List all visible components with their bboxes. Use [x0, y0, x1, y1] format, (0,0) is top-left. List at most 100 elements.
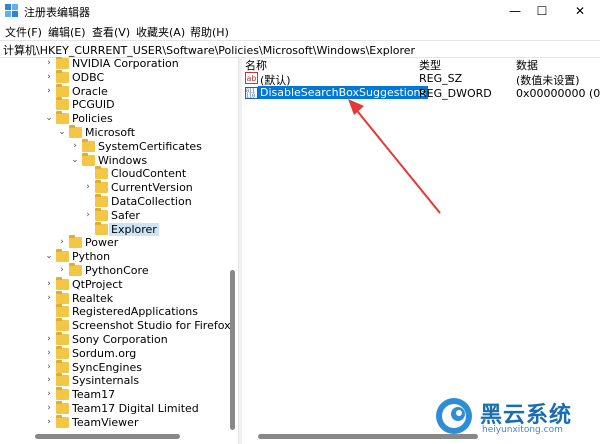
chevron-right-icon[interactable]: › — [44, 403, 54, 413]
cloud-logo-icon — [436, 398, 472, 434]
tree-item[interactable]: CloudContent — [0, 166, 238, 181]
tree-item[interactable]: › TeamViewer — [0, 414, 238, 430]
tree-item[interactable]: RegisteredApplications — [0, 304, 238, 319]
chevron-right-icon[interactable]: › — [44, 86, 54, 96]
tree-item[interactable]: › Power — [0, 235, 238, 250]
minimize-button[interactable]: — — [500, 0, 530, 22]
tree-item[interactable]: ⌄ Python — [0, 249, 238, 264]
watermark: 黑云系统 heiyunxitong.com — [430, 394, 600, 444]
tree-item[interactable]: › NVIDIA Corporation — [0, 57, 238, 71]
tree-item[interactable]: › Sysinternals — [0, 373, 238, 388]
chevron-right-icon[interactable]: › — [44, 348, 54, 358]
chevron-right-icon[interactable]: › — [83, 210, 93, 220]
folder-icon — [56, 57, 69, 69]
window-title: 注册表编辑器 — [24, 6, 90, 19]
tree-horizontal-scrollbar[interactable] — [0, 430, 238, 444]
tree-scroll-thumb[interactable] — [230, 270, 235, 430]
tree-item-label: PythonCore — [85, 264, 149, 277]
address-path[interactable]: 计算机\HKEY_CURRENT_USER\Software\Policies\… — [3, 42, 415, 58]
value-data: 0x00000000 (0) — [516, 87, 600, 100]
tree-hscroll-thumb[interactable] — [35, 434, 180, 439]
folder-icon — [56, 414, 69, 428]
tree-item-label: Windows — [98, 153, 148, 167]
tree-item[interactable]: ⌄ Microsoft — [0, 125, 238, 140]
menu-favorites[interactable]: 收藏夹(A) — [136, 24, 185, 40]
tree-item-label: NVIDIA Corporation — [72, 57, 179, 70]
chevron-right-icon[interactable]: › — [44, 389, 54, 399]
folder-icon — [69, 263, 82, 276]
tree-item-label: Microsoft — [85, 126, 136, 139]
column-header-name[interactable]: 名称 — [245, 57, 267, 72]
tree-item-label: DataCollection — [111, 195, 192, 208]
value-data: (数值未设置) — [516, 74, 580, 87]
title-bar: 注册表编辑器 — ☐ ✕ — [0, 0, 600, 22]
chevron-right-icon[interactable]: › — [44, 362, 54, 372]
tree-item[interactable]: › SystemCertificates — [0, 138, 238, 154]
column-header-type[interactable]: 类型 — [419, 57, 441, 72]
tree-item[interactable]: ⌄ Policies — [0, 111, 238, 126]
dword-value-icon: 011 110 — [245, 87, 258, 99]
tree-item-label: Python — [72, 250, 111, 264]
tree-item[interactable]: › Team17 Digital Limited — [0, 401, 238, 416]
menu-file[interactable]: 文件(F) — [5, 24, 42, 40]
chevron-right-icon[interactable]: › — [44, 58, 54, 68]
address-bar[interactable]: 计算机\HKEY_CURRENT_USER\Software\Policies\… — [0, 40, 600, 58]
chevron-right-icon[interactable]: › — [57, 265, 67, 275]
tree-item[interactable]: › SyncEngines — [0, 359, 238, 375]
chevron-down-icon[interactable]: ⌄ — [44, 113, 54, 123]
folder-icon — [56, 401, 69, 414]
tree-item-label: Team17 Digital Limited — [72, 402, 199, 415]
tree-item-label: CloudContent — [111, 167, 187, 181]
tree-item[interactable]: › PythonCore — [0, 263, 238, 278]
tree-item-label: Team17 — [72, 388, 116, 402]
tree-item[interactable]: Explorer — [0, 221, 238, 237]
chevron-right-icon[interactable]: › — [44, 375, 54, 385]
tree-item[interactable]: › Sordum.org — [0, 345, 238, 361]
tree-item-label: Power — [85, 236, 119, 250]
chevron-down-icon[interactable]: ⌄ — [44, 251, 54, 261]
chevron-right-icon[interactable]: › — [70, 141, 80, 151]
chevron-right-icon[interactable]: › — [57, 237, 67, 247]
menu-help[interactable]: 帮助(H) — [190, 24, 229, 40]
column-header-data[interactable]: 数据 — [516, 57, 538, 72]
tree-item[interactable]: › Safer — [0, 207, 238, 223]
menu-view[interactable]: 查看(V) — [92, 24, 130, 40]
folder-icon — [56, 318, 69, 332]
tree-item[interactable]: ⌄ Windows — [0, 152, 238, 168]
chevron-right-icon[interactable]: › — [83, 182, 93, 192]
chevron-down-icon[interactable]: ⌄ — [57, 127, 67, 137]
folder-icon — [56, 359, 69, 373]
tree-item[interactable]: DataCollection — [0, 194, 238, 209]
tree-item[interactable]: Screenshot Studio for Firefox — [0, 318, 238, 333]
tree-item[interactable]: › Team17 — [0, 387, 238, 402]
tree-item[interactable]: › ODBC — [0, 69, 238, 85]
value-type: REG_SZ — [419, 72, 463, 85]
key-tree[interactable]: › NVIDIA Corporation › ODBC › Oracle PCGUID ⌄ Po… — [0, 57, 238, 430]
no-chevron — [83, 196, 93, 206]
string-value-icon: ab — [245, 72, 258, 84]
chevron-right-icon[interactable]: › — [44, 72, 54, 82]
chevron-down-icon[interactable]: ⌄ — [70, 155, 80, 165]
chevron-right-icon[interactable]: › — [44, 417, 54, 427]
chevron-right-icon[interactable]: › — [44, 293, 54, 303]
svg-text:110: 110 — [246, 94, 255, 100]
tree-item-label: Oracle — [72, 84, 108, 98]
chevron-right-icon[interactable]: › — [44, 334, 54, 344]
chevron-right-icon[interactable]: › — [44, 279, 54, 289]
tree-item[interactable]: › CurrentVersion — [0, 180, 238, 195]
folder-icon — [95, 180, 108, 194]
tree-item[interactable]: › QtProject — [0, 276, 238, 292]
menu-bar: 文件(F) 编辑(E) 查看(V) 收藏夹(A) 帮助(H) — [0, 22, 600, 40]
close-button[interactable]: ✕ — [565, 0, 595, 22]
tree-item[interactable]: PCGUID — [0, 97, 238, 112]
tree-item[interactable]: › Oracle — [0, 83, 238, 99]
tree-item[interactable]: › Realtek — [0, 290, 238, 306]
tree-item-label: CurrentVersion — [111, 181, 193, 195]
folder-icon — [82, 152, 95, 166]
tree-item-label: Explorer — [109, 222, 159, 236]
maximize-button[interactable]: ☐ — [527, 0, 557, 22]
menu-edit[interactable]: 编辑(E) — [48, 24, 86, 40]
tree-item-label: SystemCertificates — [98, 139, 202, 153]
folder-icon — [82, 138, 95, 152]
tree-item[interactable]: › Sony Corporation — [0, 332, 238, 347]
